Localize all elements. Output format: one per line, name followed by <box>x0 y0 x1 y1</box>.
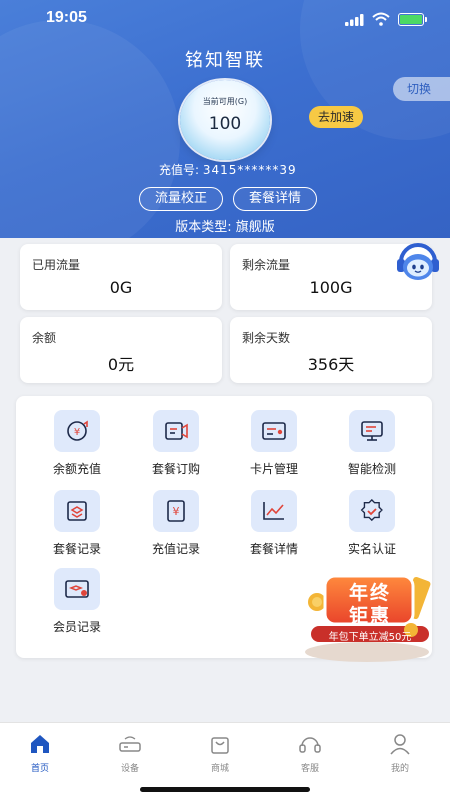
wifi-icon <box>372 12 390 26</box>
stat-value: 0元 <box>107 355 135 374</box>
tab-service[interactable]: 客服 <box>280 733 340 774</box>
card-number-label: 充值号: <box>159 163 200 177</box>
verify-icon <box>349 490 395 532</box>
tab-mine[interactable]: 我的 <box>370 733 430 774</box>
promo-line2: 钜惠 <box>348 605 391 627</box>
grid-item-label: 套餐详情 <box>249 542 298 556</box>
card-manage-icon <box>251 410 297 452</box>
plan-order-icon <box>153 410 199 452</box>
stat-label: 剩余流量 <box>242 258 291 272</box>
grid-item-label: 充值记录 <box>151 542 200 556</box>
stat-value: 356天 <box>307 355 355 374</box>
grid-item-label: 会员记录 <box>52 620 101 634</box>
status-bar: 19:05 <box>0 0 450 40</box>
stat-value: 0G <box>109 278 133 297</box>
data-balance-bubble[interactable]: 当前可用(G) 100 <box>180 80 270 160</box>
grid-item-plan-order[interactable]: 套餐订购 <box>126 410 226 477</box>
grid-item-recharge-record[interactable]: ¥ 充值记录 <box>126 490 226 557</box>
chart-icon <box>251 490 297 532</box>
grid-item-label: 实名认证 <box>347 542 396 556</box>
plan-detail-button[interactable]: 套餐详情 <box>233 187 317 211</box>
tab-device[interactable]: 设备 <box>100 733 160 774</box>
data-available-label: 当前可用(G) <box>202 97 248 106</box>
grid-item-label: 卡片管理 <box>249 462 298 476</box>
stat-label: 余额 <box>32 331 57 345</box>
card-number-value: 3415******39 <box>202 163 297 177</box>
grid-item-member-record[interactable]: 会员记录 <box>27 568 127 635</box>
grid-item-plan-detail[interactable]: 套餐详情 <box>224 490 324 557</box>
header: 19:05 铭知智联 切换 当前可用(G) 100 去加速 充值号: 3415*… <box>0 0 450 238</box>
tab-home[interactable]: 首页 <box>10 733 70 774</box>
promo-line3: 年包下单立减50元 <box>328 632 412 643</box>
grid-item-label: 智能检测 <box>347 462 396 476</box>
switch-button[interactable]: 切换 <box>393 77 450 101</box>
year-end-promo-badge[interactable]: 年终 钜惠 年包下单立减50元 <box>303 568 433 664</box>
grid-item-label: 套餐订购 <box>151 462 200 476</box>
tab-label: 设备 <box>120 764 139 774</box>
svg-text:¥: ¥ <box>74 427 80 438</box>
stat-label: 已用流量 <box>32 258 81 272</box>
headset-icon <box>299 737 321 753</box>
grid-item-recharge[interactable]: ¥ 余额充值 <box>27 410 127 477</box>
speed-up-button[interactable]: 去加速 <box>309 106 363 128</box>
router-icon <box>119 736 141 752</box>
grid-item-plan-record[interactable]: 套餐记录 <box>27 490 127 557</box>
calibrate-button[interactable]: 流量校正 <box>139 187 223 211</box>
stat-balance: 余额 0元 <box>20 317 222 383</box>
bag-icon <box>211 737 229 754</box>
monitor-icon <box>349 410 395 452</box>
grid-item-card-manage[interactable]: 卡片管理 <box>224 410 324 477</box>
grid-item-label: 套餐记录 <box>52 542 101 556</box>
tab-mall[interactable]: 商城 <box>190 733 250 774</box>
tab-label: 首页 <box>30 764 49 774</box>
tab-label: 我的 <box>390 764 409 774</box>
data-available-value: 100 <box>208 114 242 134</box>
battery-icon <box>398 13 427 26</box>
home-icon <box>31 735 49 753</box>
app-title: 铭知智联 <box>185 50 265 71</box>
user-icon <box>390 734 410 755</box>
home-indicator <box>140 787 310 792</box>
member-icon <box>54 568 100 610</box>
tab-label: 商城 <box>210 764 229 774</box>
grid-item-label: 余额充值 <box>52 462 101 476</box>
grid-item-realname-verify[interactable]: 实名认证 <box>322 490 422 557</box>
recharge-record-icon: ¥ <box>153 490 199 532</box>
plan-record-icon <box>54 490 100 532</box>
svg-text:¥: ¥ <box>173 505 180 518</box>
version-type: 版本类型: 旗舰版 <box>175 220 275 235</box>
tab-label: 客服 <box>300 764 319 774</box>
grid-item-smart-detect[interactable]: 智能检测 <box>322 410 422 477</box>
signal-icon <box>345 14 364 26</box>
customer-service-robot-icon[interactable] <box>395 240 441 286</box>
stat-label: 剩余天数 <box>242 331 291 345</box>
stat-remaining-days: 剩余天数 356天 <box>230 317 432 383</box>
stat-used-data: 已用流量 0G <box>20 244 222 310</box>
card-number: 充值号: 3415******39 <box>159 161 297 178</box>
status-time: 19:05 <box>46 9 87 26</box>
recharge-icon: ¥ <box>54 410 100 452</box>
